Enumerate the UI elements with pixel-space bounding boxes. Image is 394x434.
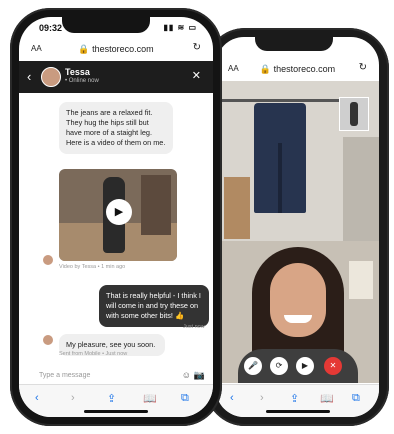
self-view-thumbnail[interactable] bbox=[339, 97, 369, 131]
video-shelf bbox=[141, 175, 171, 235]
tabs-icon[interactable]: ⧉ bbox=[352, 392, 360, 405]
jeans-image bbox=[254, 103, 306, 213]
avatar bbox=[41, 67, 61, 87]
video-camera-icon[interactable]: ▶ bbox=[296, 357, 314, 375]
avatar bbox=[43, 335, 53, 345]
jeans-leg-split bbox=[278, 143, 282, 213]
message-meta: Just now bbox=[183, 324, 205, 330]
cabinet bbox=[224, 177, 250, 239]
video-message[interactable]: ▶ bbox=[59, 169, 177, 261]
signal-icon: ▮▮ ≋ ▭ bbox=[163, 23, 197, 32]
emoji-icon[interactable]: ☺ bbox=[182, 370, 191, 380]
message-input[interactable]: Type a message ☺ 📷 bbox=[35, 369, 205, 383]
chat-screen: 09:32 ▮▮ ≋ ▭ AA 🔒 thestoreco.com ↻ ‹ Tes… bbox=[19, 17, 213, 417]
status-time: 09:32 bbox=[39, 23, 63, 33]
close-icon[interactable]: ✕ bbox=[192, 69, 201, 82]
end-call-icon[interactable]: ✕ bbox=[324, 357, 342, 375]
chevron-left-icon[interactable]: ‹ bbox=[27, 69, 31, 84]
forward-icon[interactable]: › bbox=[260, 392, 264, 404]
clothing-rack bbox=[222, 99, 339, 102]
url-bar[interactable]: AA 🔒 thestoreco.com ↻ bbox=[19, 39, 213, 59]
microphone-icon[interactable]: 🎤 bbox=[244, 357, 262, 375]
message-bubble: That is really helpful - I think I will … bbox=[99, 285, 209, 327]
play-icon[interactable]: ▶ bbox=[106, 199, 132, 225]
bookmarks-icon[interactable]: 📖 bbox=[143, 392, 157, 405]
url-text[interactable]: 🔒 thestoreco.com bbox=[216, 64, 379, 75]
agent-status: • Online now bbox=[65, 78, 99, 84]
message-meta: Sent from Mobile • Just now bbox=[59, 351, 128, 357]
home-indicator[interactable] bbox=[84, 410, 148, 413]
forward-icon[interactable]: › bbox=[71, 392, 75, 404]
avatar bbox=[43, 255, 53, 265]
agent-video-feed: 🎤 ⟳ ▶ ✕ bbox=[216, 241, 379, 383]
self-view-figure bbox=[350, 102, 358, 126]
back-icon[interactable]: ‹ bbox=[35, 392, 39, 404]
url-bar[interactable]: AA 🔒 thestoreco.com ↻ bbox=[216, 59, 379, 79]
video-call-screen: AA 🔒 thestoreco.com ↻ 🎤 ⟳ ▶ ✕ ‹ › ⇪ 📖 ⧉ bbox=[216, 37, 379, 417]
tabs-icon[interactable]: ⧉ bbox=[181, 392, 189, 405]
reload-icon[interactable]: ↻ bbox=[193, 42, 201, 53]
remote-video-feed bbox=[216, 81, 379, 241]
message-meta: Video by Tessa • 1 min ago bbox=[59, 264, 126, 270]
message-bubble: The jeans are a relaxed fit. They hug th… bbox=[59, 102, 173, 154]
chat-header: ‹ Tessa • Online now ✕ bbox=[19, 61, 213, 93]
camera-icon[interactable]: 📷 bbox=[194, 370, 205, 381]
message-input-placeholder[interactable]: Type a message bbox=[39, 372, 90, 379]
url-text[interactable]: 🔒 thestoreco.com bbox=[19, 44, 213, 55]
phone-notch bbox=[255, 37, 333, 51]
agent-face bbox=[270, 263, 326, 337]
phone-chat: 09:32 ▮▮ ≋ ▭ AA 🔒 thestoreco.com ↻ ‹ Tes… bbox=[10, 8, 222, 426]
flip-camera-icon[interactable]: ⟳ bbox=[270, 357, 288, 375]
bookmarks-icon[interactable]: 📖 bbox=[320, 392, 334, 405]
phone-video-call: AA 🔒 thestoreco.com ↻ 🎤 ⟳ ▶ ✕ ‹ › ⇪ 📖 ⧉ bbox=[205, 28, 389, 426]
phone-notch bbox=[62, 17, 150, 33]
share-icon[interactable]: ⇪ bbox=[290, 392, 299, 405]
share-icon[interactable]: ⇪ bbox=[107, 392, 116, 405]
back-icon[interactable]: ‹ bbox=[230, 392, 234, 404]
call-controls: 🎤 ⟳ ▶ ✕ bbox=[236, 357, 366, 377]
home-indicator[interactable] bbox=[266, 410, 330, 413]
reload-icon[interactable]: ↻ bbox=[359, 62, 367, 73]
agent-name: Tessa bbox=[65, 67, 90, 77]
store-door bbox=[343, 137, 379, 241]
agent-smile bbox=[284, 315, 312, 323]
background-poster bbox=[349, 261, 373, 299]
